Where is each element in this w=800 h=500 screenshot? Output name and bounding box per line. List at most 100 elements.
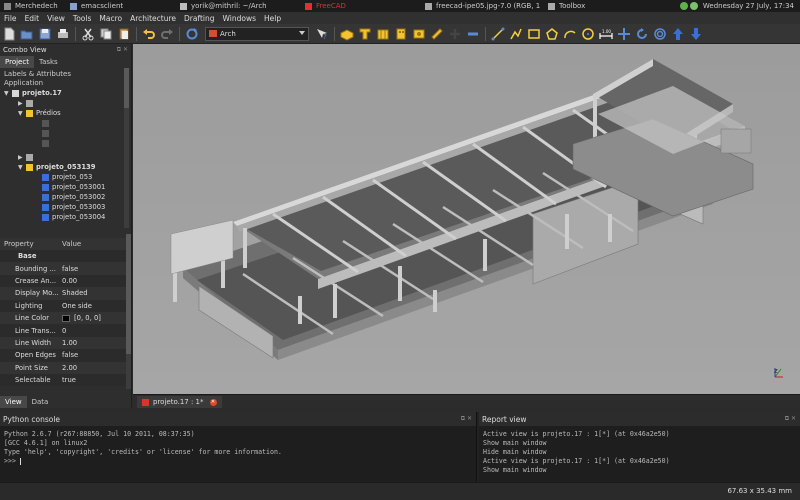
scrollbar-thumb[interactable] [124,68,129,108]
tab-data[interactable]: Data [27,396,54,408]
tree-item[interactable]: ▼ Prédios [18,108,61,118]
property-row[interactable]: Bounding ... false [0,262,126,275]
network-icon[interactable] [689,2,698,10]
property-group-base[interactable]: Base [0,250,126,263]
tab-project[interactable]: Project [0,56,34,68]
refresh-icon[interactable] [184,26,200,42]
save-icon[interactable] [37,26,53,42]
tree-item[interactable]: ▼ projeto_053139 [18,162,96,172]
tree-item[interactable] [42,138,52,148]
menu-view[interactable]: View [43,14,69,23]
move-icon[interactable] [616,26,632,42]
menu-help[interactable]: Help [260,14,285,23]
tab-view[interactable]: View [0,396,27,408]
task-merchedech[interactable]: Merchedech [4,2,58,10]
task-freecad[interactable]: FreeCAD [305,2,346,10]
upgrade-icon[interactable] [670,26,686,42]
task-terminal[interactable]: yorik@mithril: ~/Arch [180,2,267,10]
tab-tasks[interactable]: Tasks [34,56,63,68]
report-view-output[interactable]: Active view is projeto.17 : 1[*] (at 0x4… [479,426,800,482]
python-console-output[interactable]: Python 2.6.7 (r267:88850, Jul 10 2011, 0… [0,426,476,482]
rotate-icon[interactable] [634,26,650,42]
dock-buttons[interactable]: ⧉ ✕ [461,415,476,423]
rectangle-icon[interactable] [526,26,542,42]
3d-viewport[interactable]: z [133,44,800,394]
open-icon[interactable] [19,26,35,42]
dock-buttons[interactable]: ⧉ ✕ [785,415,800,423]
site-icon [26,153,33,161]
tree-item[interactable]: ▶ [18,98,36,108]
property-row[interactable]: Line Width 1.00 [0,336,126,350]
menu-file[interactable]: File [0,14,21,23]
structure-icon[interactable] [357,26,373,42]
property-row[interactable]: Crease An... 0.00 [0,274,126,288]
menu-macro[interactable]: Macro [95,14,126,23]
line-icon[interactable] [490,26,506,42]
site-icon[interactable] [411,26,427,42]
copy-icon[interactable] [98,26,114,42]
whats-this-icon[interactable]: ? [314,26,330,42]
property-row[interactable]: Point Size 2.00 [0,361,126,374]
chevron-right-icon[interactable]: ▶ [18,154,26,161]
task-gimp[interactable]: freecad-ipe05.jpg-7.0 (RGB, 1 [425,2,540,10]
workbench-select[interactable]: Arch [205,26,309,41]
update-icon[interactable] [679,2,688,10]
document-tab[interactable]: projeto.17 : 1* ✕ [137,396,222,408]
remove-icon[interactable] [465,26,481,42]
cut-icon[interactable] [80,26,96,42]
new-document-icon[interactable] [1,26,17,42]
tree-scrollbar[interactable] [124,68,129,228]
undo-icon[interactable] [141,26,157,42]
tree-item[interactable]: ▼ projeto.17 [4,88,62,98]
building-icon[interactable] [393,26,409,42]
property-row[interactable]: Display Mo... Shaded [0,287,126,300]
menu-tools[interactable]: Tools [69,14,95,23]
wire-icon[interactable] [508,26,524,42]
wall-icon[interactable] [339,26,355,42]
downgrade-icon[interactable] [688,26,704,42]
python-prompt[interactable]: >>> [4,457,476,466]
dimension-icon[interactable]: 1.00 [598,26,614,42]
dock-buttons[interactable]: ⧉ ✕ [117,46,131,54]
property-row[interactable]: Open Edges false [0,349,126,362]
floor-icon[interactable] [375,26,391,42]
polygon-icon[interactable] [544,26,560,42]
circle-icon[interactable] [580,26,596,42]
python-console-title: Python console ⧉ ✕ [0,412,476,426]
print-icon[interactable] [55,26,71,42]
window-icon[interactable] [429,26,445,42]
property-row[interactable]: Lighting One side [0,299,126,312]
tree-item[interactable] [42,118,52,128]
close-icon[interactable]: ✕ [209,398,217,406]
chevron-right-icon[interactable]: ▶ [18,100,26,107]
document-tab-bar: projeto.17 : 1* ✕ [133,394,800,408]
chevron-down-icon[interactable]: ▼ [18,110,26,117]
property-row[interactable]: Line Trans... 0 [0,324,126,337]
chevron-down-icon[interactable]: ▼ [4,90,12,97]
offset-icon[interactable] [652,26,668,42]
tree-item[interactable]: projeto_053002 [42,192,105,202]
paste-icon[interactable] [116,26,132,42]
task-emacsclient[interactable]: emacsclient [70,2,123,10]
arc-icon[interactable] [562,26,578,42]
color-swatch[interactable] [62,314,70,322]
chevron-down-icon[interactable]: ▼ [18,164,26,171]
property-scrollbar[interactable] [126,234,131,389]
property-row[interactable]: Selectable true [0,373,126,387]
task-toolbox[interactable]: Toolbox [548,2,585,10]
tree-item[interactable]: projeto_053 [42,172,92,182]
property-row[interactable]: Line Color [0, 0, 0] [0,311,126,325]
scrollbar-thumb[interactable] [126,234,131,354]
menu-architecture[interactable]: Architecture [126,14,180,23]
tree-item[interactable] [42,128,52,138]
tree-item[interactable]: projeto_053003 [42,202,105,212]
menu-drafting[interactable]: Drafting [180,14,219,23]
menu-windows[interactable]: Windows [219,14,260,23]
menu-edit[interactable]: Edit [21,14,44,23]
redo-icon[interactable] [159,26,175,42]
add-icon[interactable] [447,26,463,42]
tree-item[interactable]: ▶ [18,152,36,162]
tree-item[interactable]: projeto_053004 [42,212,105,222]
tree-item[interactable]: projeto_053001 [42,182,105,192]
clock[interactable]: Wednesday 27 July, 17:34 [703,2,794,10]
